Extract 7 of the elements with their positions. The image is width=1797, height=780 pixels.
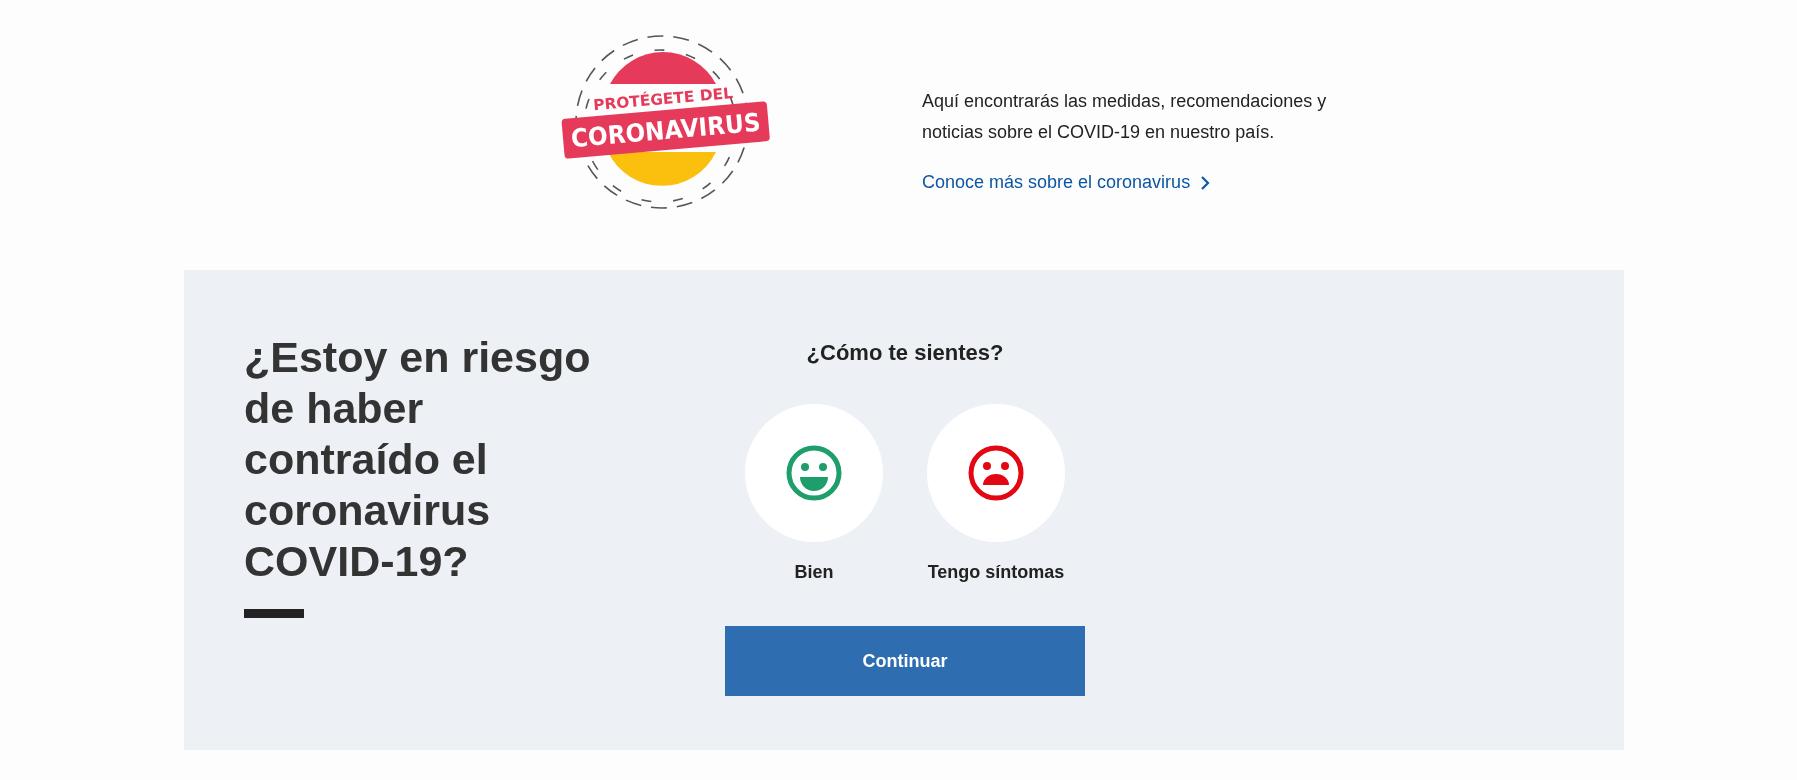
chevron-icon bbox=[1200, 174, 1211, 191]
learn-more-link[interactable]: Conoce más sobre el coronavirus bbox=[922, 172, 1211, 193]
intro-text: Aquí encontrarás las medidas, recomendaciones y noticias sobre el COVID-19 en nuestro país. bbox=[922, 90, 1328, 144]
heading-underline bbox=[244, 609, 304, 618]
panel-heading: ¿Estoy en riesgo de haber contraído el coronavirus COVID-19? bbox=[244, 332, 592, 587]
continue-button[interactable]: Continuar bbox=[725, 626, 1085, 696]
question-text: ¿Cómo te sientes? bbox=[806, 339, 1004, 367]
